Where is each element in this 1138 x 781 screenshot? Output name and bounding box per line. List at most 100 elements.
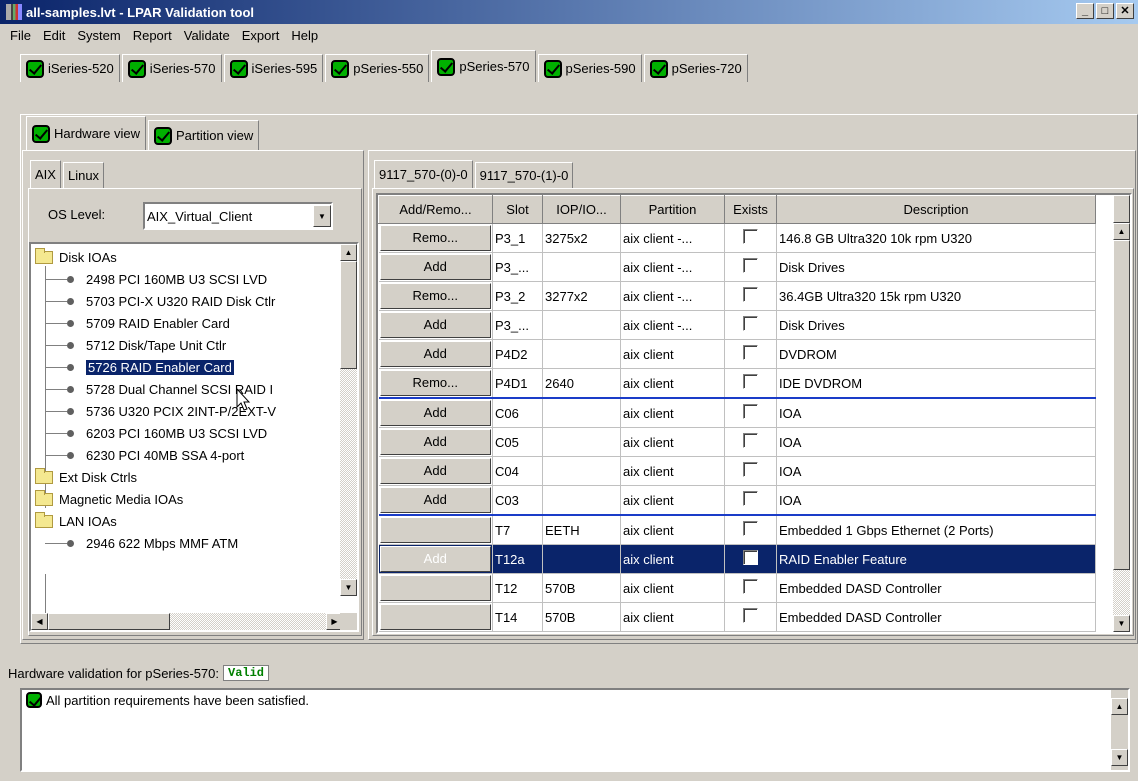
tree-folder[interactable]: Ext Disk Ctrls	[31, 466, 343, 488]
table-row[interactable]: Add C03 aix client IOA	[378, 485, 1096, 516]
tab-pseries-720[interactable]: pSeries-720	[643, 54, 748, 82]
add-button[interactable]: Add	[379, 341, 491, 367]
menu-help[interactable]: Help	[285, 28, 324, 43]
scroll-left-icon[interactable]: ◀	[31, 613, 48, 630]
scroll-up-icon[interactable]: ▲	[1111, 698, 1128, 715]
tree-hscrollbar[interactable]: ◀ ▶	[31, 613, 343, 630]
table-row[interactable]: Add P4D2 aix client DVDROM	[378, 339, 1096, 369]
action-button[interactable]	[379, 575, 491, 601]
tab-pseries-590[interactable]: pSeries-590	[537, 54, 642, 82]
exists-checkbox[interactable]	[743, 462, 758, 477]
remove-button[interactable]: Remo...	[379, 283, 491, 309]
menu-report[interactable]: Report	[127, 28, 178, 43]
table-row[interactable]: Add C05 aix client IOA	[378, 427, 1096, 457]
menu-export[interactable]: Export	[236, 28, 286, 43]
exists-checkbox[interactable]	[743, 404, 758, 419]
add-button[interactable]: Add	[379, 487, 491, 513]
tab-partition-view[interactable]: Partition view	[147, 120, 260, 150]
col-header-iop[interactable]: IOP/IO...	[542, 195, 621, 224]
exists-checkbox[interactable]	[743, 345, 758, 360]
minimize-button[interactable]: _	[1076, 3, 1094, 19]
exists-checkbox[interactable]	[743, 287, 758, 302]
table-row[interactable]: T14 570B aix client Embedded DASD Controlle…	[378, 602, 1096, 632]
remove-button[interactable]: Remo...	[379, 370, 491, 396]
table-scroll-thumb[interactable]	[1113, 240, 1130, 570]
menu-edit[interactable]: Edit	[37, 28, 71, 43]
col-header-exists[interactable]: Exists	[724, 195, 777, 224]
add-button[interactable]: Add	[379, 429, 491, 455]
exists-checkbox[interactable]	[743, 316, 758, 331]
col-header-slot[interactable]: Slot	[492, 195, 543, 224]
exists-checkbox[interactable]	[743, 550, 758, 565]
exists-checkbox[interactable]	[743, 521, 758, 536]
tab-hardware-view[interactable]: Hardware view	[26, 116, 146, 150]
col-header-add-remove[interactable]: Add/Remo...	[378, 195, 493, 224]
maximize-button[interactable]: □	[1096, 3, 1114, 19]
add-button[interactable]: Add	[379, 312, 491, 338]
add-button[interactable]: Add	[379, 458, 491, 484]
tab-pseries-550[interactable]: pSeries-550	[325, 54, 430, 82]
table-row[interactable]: Add C04 aix client IOA	[378, 456, 1096, 486]
tree-hscroll-thumb[interactable]	[48, 613, 170, 630]
tree-folder[interactable]: LAN IOAs	[31, 510, 343, 532]
add-button[interactable]: Add	[379, 546, 491, 572]
remove-button[interactable]: Remo...	[379, 225, 491, 251]
tree-item[interactable]: 2498 PCI 160MB U3 SCSI LVD	[31, 268, 343, 290]
table-row[interactable]: T12 570B aix client Embedded DASD Controlle…	[378, 573, 1096, 603]
exists-checkbox[interactable]	[743, 608, 758, 623]
table-vscrollbar[interactable]: ▲ ▼	[1113, 195, 1130, 632]
message-vscrollbar[interactable]: ▲ ▼	[1111, 690, 1128, 770]
add-button[interactable]: Add	[379, 400, 491, 426]
tree-folder[interactable]: Magnetic Media IOAs	[31, 488, 343, 510]
scroll-down-icon[interactable]: ▼	[1113, 615, 1130, 632]
action-button[interactable]	[379, 517, 491, 543]
tree-item[interactable]: 2946 622 Mbps MMF ATM	[31, 532, 343, 554]
table-row[interactable]: T7 EETH aix client Embedded 1 Gbps Ethernet…	[378, 514, 1096, 545]
tree-item[interactable]: 5712 Disk/Tape Unit Ctlr	[31, 334, 343, 356]
chevron-down-icon[interactable]: ▼	[313, 205, 331, 227]
tree-item[interactable]: 5703 PCI-X U320 RAID Disk Ctlr	[31, 290, 343, 312]
tree-item[interactable]: 6230 PCI 40MB SSA 4-port	[31, 444, 343, 466]
table-row[interactable]: Add C06 aix client IOA	[378, 397, 1096, 428]
exists-checkbox[interactable]	[743, 258, 758, 273]
table-row[interactable]: Add P3_... aix client -... Disk Drives	[378, 310, 1096, 340]
exists-checkbox[interactable]	[743, 579, 758, 594]
tab-aix[interactable]: AIX	[30, 160, 61, 188]
scroll-down-icon[interactable]: ▼	[340, 579, 357, 596]
tab-iseries-520[interactable]: iSeries-520	[20, 54, 120, 82]
scroll-up-icon[interactable]: ▲	[340, 244, 357, 261]
table-row[interactable]: Remo... P4D1 2640 aix client IDE DVDROM	[378, 368, 1096, 399]
tab-iseries-570[interactable]: iSeries-570	[121, 54, 222, 82]
tree-item[interactable]: 5709 RAID Enabler Card	[31, 312, 343, 334]
close-button[interactable]: ✕	[1116, 3, 1134, 19]
tab-pseries-570[interactable]: pSeries-570	[431, 50, 536, 82]
tab-linux[interactable]: Linux	[62, 162, 105, 188]
tree-item[interactable]: 5726 RAID Enabler Card	[31, 356, 343, 378]
tab-iseries-595[interactable]: iSeries-595	[223, 54, 324, 82]
action-button[interactable]	[379, 604, 491, 630]
tree-folder[interactable]: Disk IOAs	[31, 246, 343, 268]
tree-item[interactable]: 5728 Dual Channel SCSI RAID I	[31, 378, 343, 400]
col-header-description[interactable]: Description	[776, 195, 1096, 224]
tree-scroll-thumb[interactable]	[340, 261, 357, 369]
exists-checkbox[interactable]	[743, 229, 758, 244]
add-button[interactable]: Add	[379, 254, 491, 280]
menu-validate[interactable]: Validate	[178, 28, 236, 43]
table-row[interactable]: Remo... P3_2 3277x2 aix client -... 36.4GB U…	[378, 281, 1096, 311]
menu-system[interactable]: System	[71, 28, 126, 43]
exists-checkbox[interactable]	[743, 433, 758, 448]
menu-file[interactable]: File	[4, 28, 37, 43]
exists-checkbox[interactable]	[743, 491, 758, 506]
tree-item[interactable]: 5736 U320 PCIX 2INT-P/2EXT-V	[31, 400, 343, 422]
col-header-partition[interactable]: Partition	[620, 195, 725, 224]
tab-frame-1[interactable]: 9117_570-(1)-0	[474, 162, 574, 188]
table-row[interactable]: Add P3_... aix client -... Disk Drives	[378, 252, 1096, 282]
exists-checkbox[interactable]	[743, 374, 758, 389]
table-row[interactable]: Add T12a aix client RAID Enabler Feature	[378, 544, 1096, 574]
tree-vscrollbar[interactable]: ▲ ▼	[340, 244, 357, 596]
table-row[interactable]: Remo... P3_1 3275x2 aix client -... 146.8 GB…	[378, 223, 1096, 253]
scroll-up-icon[interactable]: ▲	[1113, 223, 1130, 240]
scroll-down-icon[interactable]: ▼	[1111, 749, 1128, 766]
os-level-select[interactable]: AIX_Virtual_Client ▼	[143, 202, 333, 230]
tree-item[interactable]: 6203 PCI 160MB U3 SCSI LVD	[31, 422, 343, 444]
